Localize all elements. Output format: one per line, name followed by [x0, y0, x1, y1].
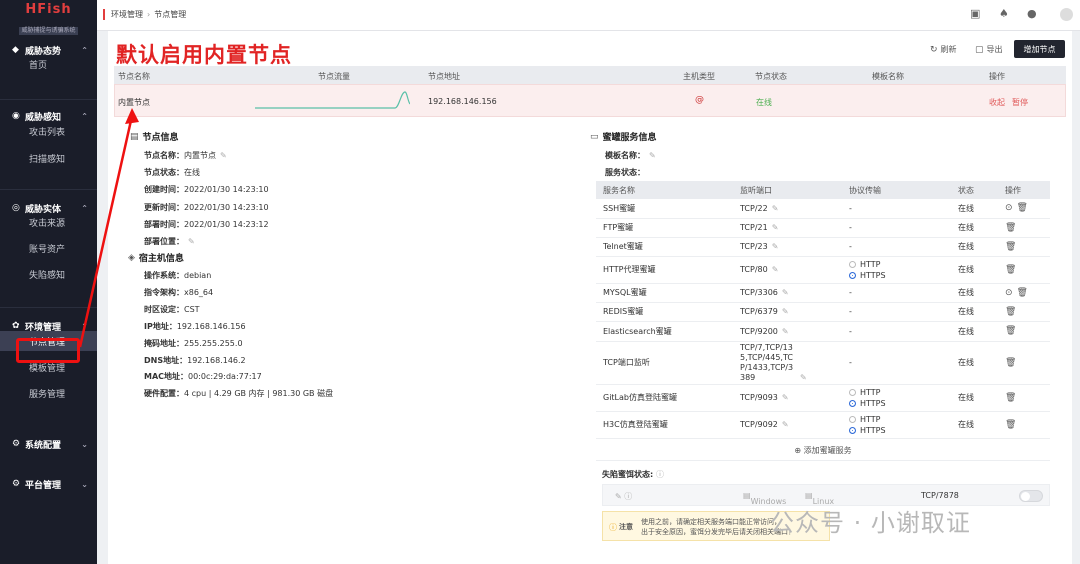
- annotation-arrow: [78, 108, 139, 348]
- annotation-box: [16, 338, 80, 363]
